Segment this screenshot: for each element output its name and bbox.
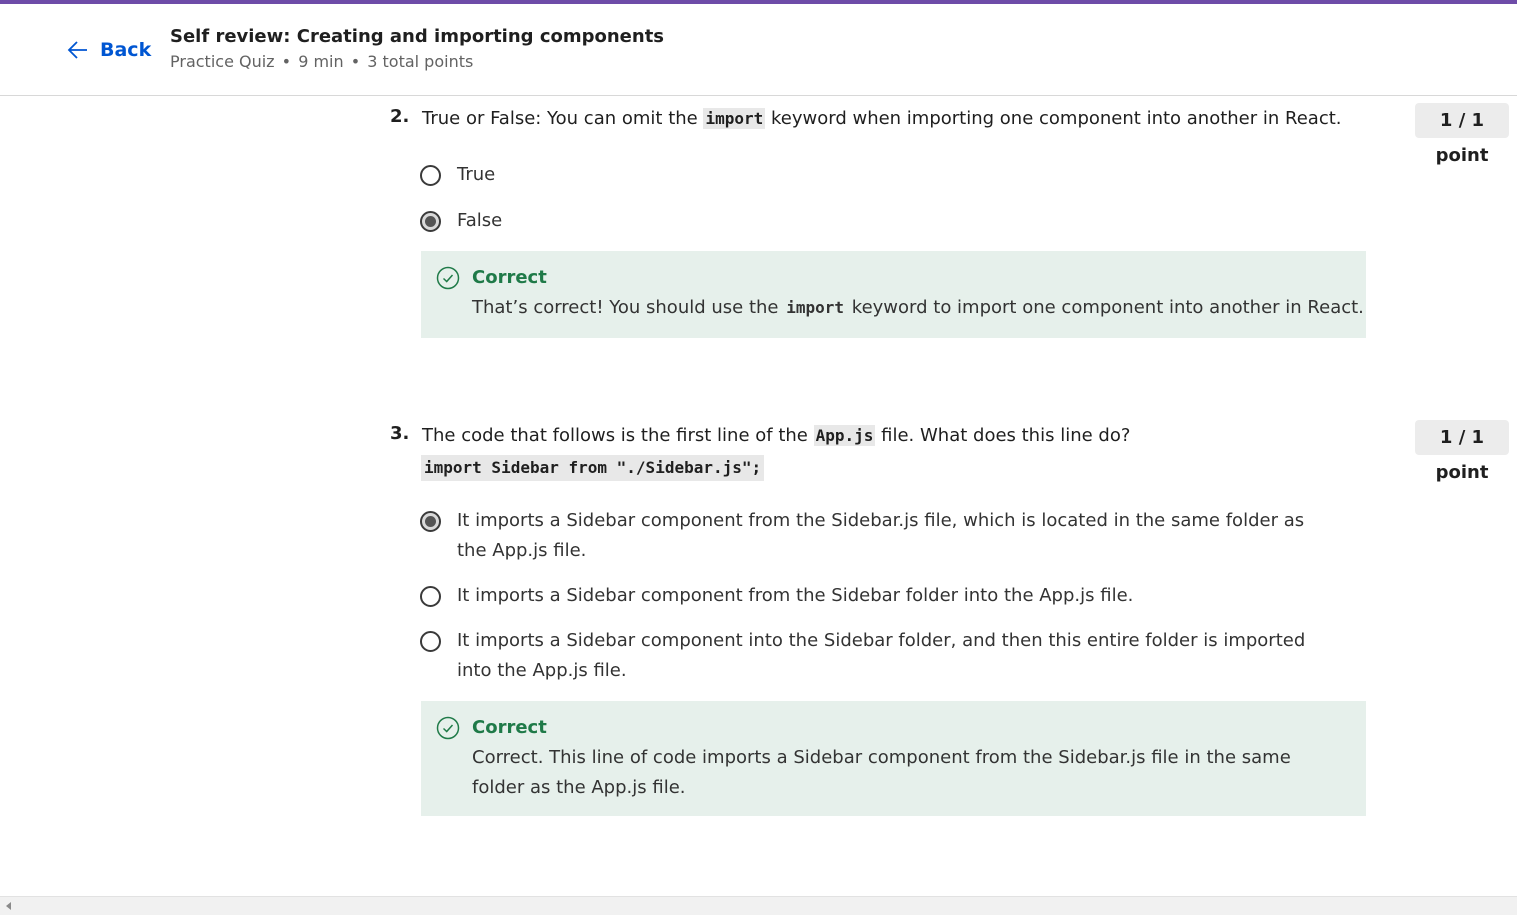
radio-button[interactable] <box>420 586 441 607</box>
question-text: True or False: You can omit the import k… <box>422 106 1342 132</box>
question-text-part: True or False: You can omit the <box>422 108 698 129</box>
option-b[interactable]: It imports a Sidebar component from the … <box>420 584 1340 611</box>
scroll-left-icon[interactable] <box>6 902 11 910</box>
quiz-meta: Practice Quiz • 9 min • 3 total points <box>170 52 473 71</box>
quiz-points: 3 total points <box>367 52 474 71</box>
option-label: False <box>457 210 503 231</box>
points-badge: 1 / 1 point <box>1415 103 1509 166</box>
separator-dot: • <box>345 52 366 71</box>
quiz-type: Practice Quiz <box>170 52 275 71</box>
feedback-text-part: That’s correct! You should use the <box>472 297 779 318</box>
inline-code: App.js <box>813 425 876 446</box>
option-c[interactable]: It imports a Sidebar component into the … <box>420 629 1340 686</box>
quiz-duration: 9 min <box>298 52 344 71</box>
back-label: Back <box>100 39 152 61</box>
option-a[interactable]: It imports a Sidebar component from the … <box>420 509 1340 566</box>
question-text-part: keyword when importing one component int… <box>771 108 1342 129</box>
option-label: It imports a Sidebar component from the … <box>457 585 1134 606</box>
feedback-title: Correct <box>472 717 547 738</box>
points-badge: 1 / 1 point <box>1415 420 1509 483</box>
question-number: 2. <box>390 106 410 127</box>
inline-code: import <box>703 108 766 129</box>
feedback-text: Correct. This line of code imports a Sid… <box>472 747 1291 798</box>
code-snippet: import Sidebar from "./Sidebar.js"; <box>421 455 765 481</box>
feedback-correct: Correct That’s correct! You should use t… <box>421 251 1366 338</box>
radio-button[interactable] <box>420 631 441 652</box>
back-button[interactable]: Back <box>66 38 151 62</box>
option-false[interactable]: False <box>420 209 502 236</box>
horizontal-scrollbar[interactable] <box>0 896 1517 915</box>
option-label: It imports a Sidebar component into the … <box>457 630 1306 681</box>
feedback-text: That’s correct! You should use the impor… <box>472 293 1364 323</box>
check-circle-icon <box>436 266 460 290</box>
inline-code: import <box>786 298 845 317</box>
question-number: 3. <box>390 423 410 444</box>
option-true[interactable]: True <box>420 163 495 190</box>
feedback-title: Correct <box>472 267 547 288</box>
radio-button-selected[interactable] <box>420 511 441 532</box>
arrow-left-icon <box>67 41 87 59</box>
check-circle-icon <box>436 716 460 740</box>
question-text: The code that follows is the first line … <box>422 423 1342 449</box>
radio-button-selected[interactable] <box>420 211 441 232</box>
feedback-correct: Correct Correct. This line of code impor… <box>421 701 1366 816</box>
question-text-part: The code that follows is the first line … <box>422 425 808 446</box>
option-label: True <box>457 164 496 185</box>
feedback-text-part: keyword to import one component into ano… <box>851 297 1364 318</box>
option-label: It imports a Sidebar component from the … <box>457 510 1305 561</box>
page-title: Self review: Creating and importing comp… <box>170 26 665 47</box>
question-text-part: file. What does this line do? <box>881 425 1131 446</box>
quiz-header: Back Self review: Creating and importing… <box>0 4 1517 96</box>
radio-button[interactable] <box>420 165 441 186</box>
separator-dot: • <box>276 52 297 71</box>
